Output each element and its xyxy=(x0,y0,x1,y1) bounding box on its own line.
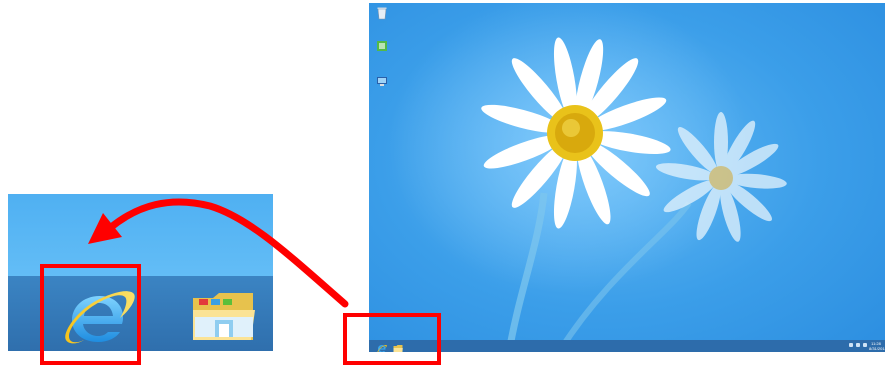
desktop-shortcut-2[interactable] xyxy=(369,75,395,87)
volume-icon[interactable] xyxy=(856,343,860,347)
recycle-bin-shortcut[interactable] xyxy=(369,6,395,20)
recycle-bin-icon xyxy=(377,7,387,20)
taskbar-highlight-box xyxy=(343,313,441,365)
network-icon[interactable] xyxy=(849,343,853,347)
clock-date: 8/31/2012 xyxy=(869,346,885,351)
taskbar-clock[interactable]: 11:28 8/31/2012 xyxy=(869,341,885,351)
desktop-screenshot: 11:28 8/31/2012 xyxy=(369,3,885,352)
flag-icon[interactable] xyxy=(863,343,867,347)
daisy-wallpaper xyxy=(389,3,787,352)
desktop-shortcut-icon xyxy=(377,41,387,51)
desktop-shortcut-1[interactable] xyxy=(369,40,395,52)
ie-zoom-highlight-box xyxy=(40,264,141,365)
file-explorer-icon[interactable] xyxy=(191,290,257,344)
desktop-shortcut-icon xyxy=(377,77,387,86)
system-tray xyxy=(849,343,867,347)
taskbar: 11:28 8/31/2012 xyxy=(369,340,885,352)
